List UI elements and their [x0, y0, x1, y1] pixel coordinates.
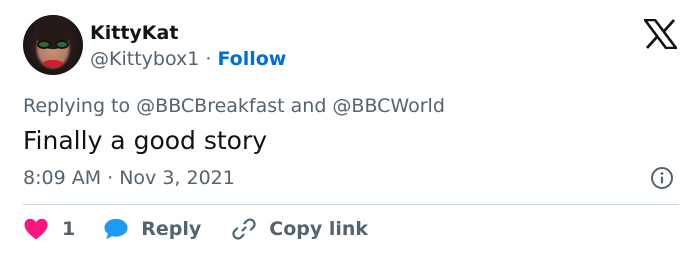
- tweet-text: Finally a good story: [23, 126, 268, 155]
- avatar-lips: [43, 60, 63, 67]
- action-bar: 1 Reply Copy link: [23, 216, 368, 242]
- timestamp[interactable]: 8:09 AM · Nov 3, 2021: [23, 167, 235, 189]
- copy-link-button[interactable]: Copy link: [231, 216, 368, 242]
- reply-button[interactable]: Reply: [103, 217, 201, 241]
- author-name[interactable]: KittyKat: [90, 22, 178, 44]
- separator-dot: ·: [205, 48, 212, 70]
- copy-link-label: Copy link: [269, 218, 369, 240]
- avatar-eye-left: [39, 42, 49, 47]
- handle-row: @Kittybox1 · Follow: [90, 48, 286, 70]
- author-handle[interactable]: @Kittybox1: [90, 48, 199, 70]
- reply-label: Reply: [141, 218, 202, 240]
- like-count: 1: [62, 218, 76, 240]
- speech-bubble-icon: [104, 219, 128, 240]
- link-icon: [232, 218, 256, 240]
- replying-to: Replying to @BBCBreakfast and @BBCWorld: [23, 95, 445, 117]
- divider: [23, 204, 679, 205]
- x-logo-icon[interactable]: [644, 19, 677, 49]
- avatar-eye-right: [57, 42, 67, 47]
- follow-button[interactable]: Follow: [217, 48, 286, 70]
- avatar[interactable]: [23, 15, 83, 75]
- info-icon[interactable]: [650, 166, 674, 190]
- like-button[interactable]: 1: [23, 217, 75, 241]
- heart-icon: [24, 218, 48, 240]
